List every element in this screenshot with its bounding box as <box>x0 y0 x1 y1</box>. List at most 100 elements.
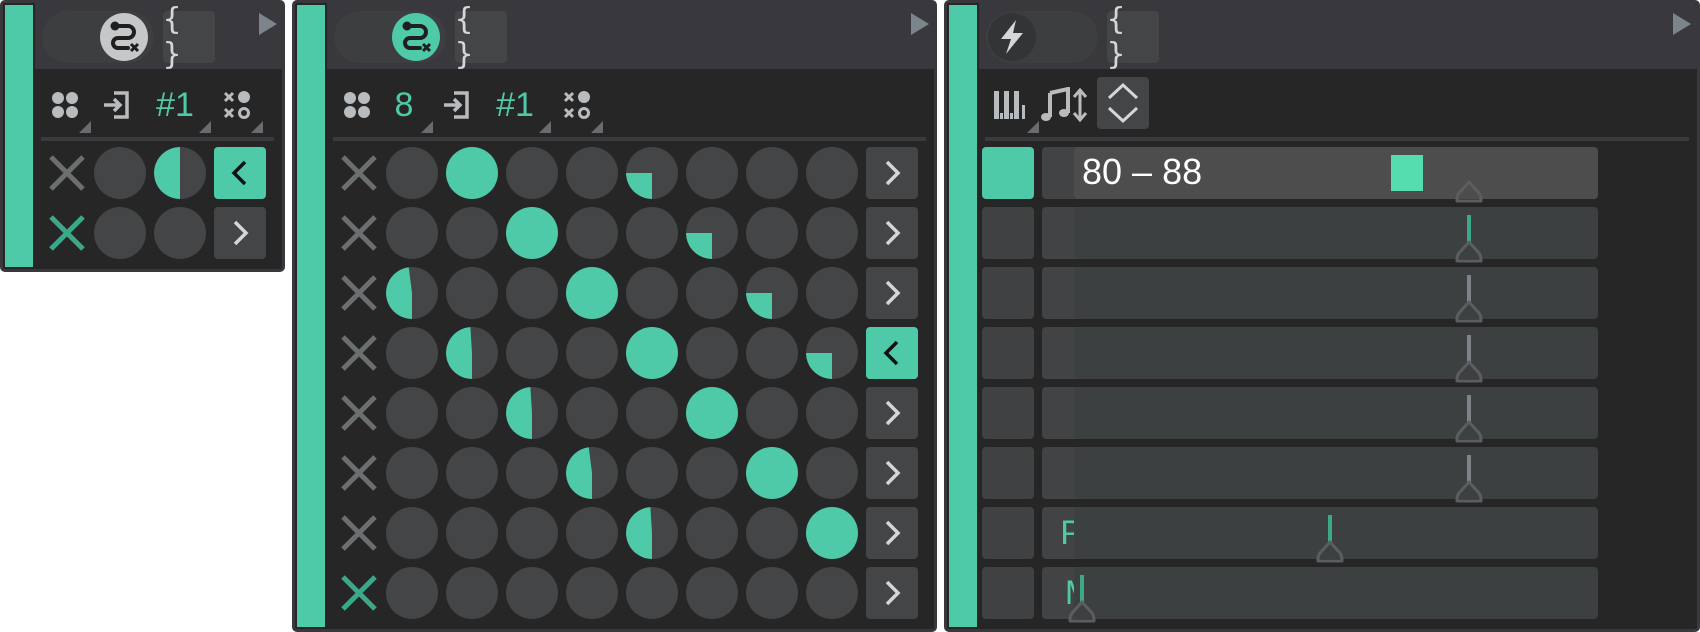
mute-x-icon[interactable] <box>339 273 379 313</box>
step-pad[interactable] <box>566 147 618 199</box>
step-pad[interactable] <box>446 147 498 199</box>
velocity-range-slider[interactable]: 80 – 88 <box>1074 147 1598 203</box>
step-pad[interactable] <box>626 507 678 559</box>
step-pad[interactable] <box>566 267 618 319</box>
step-pad[interactable] <box>154 207 206 259</box>
step-pad[interactable] <box>506 567 558 619</box>
slider-handle-icon[interactable] <box>1316 539 1344 563</box>
step-pad[interactable] <box>686 447 738 499</box>
chevron-right-button[interactable] <box>866 207 918 259</box>
step-pad[interactable] <box>566 567 618 619</box>
mute-x-icon[interactable] <box>47 153 87 193</box>
chevron-right-button[interactable] <box>214 207 266 259</box>
velocity-range-slider[interactable] <box>1074 447 1598 503</box>
step-pad[interactable] <box>626 327 678 379</box>
row-select-pad[interactable] <box>982 207 1034 259</box>
step-pad[interactable] <box>626 387 678 439</box>
slider-handle-icon[interactable] <box>1455 299 1483 323</box>
step-pad[interactable] <box>806 267 858 319</box>
step-pad[interactable] <box>506 267 558 319</box>
step-pad[interactable] <box>806 567 858 619</box>
step-pad[interactable] <box>806 207 858 259</box>
mute-x-icon[interactable] <box>339 453 379 493</box>
slider-handle-icon[interactable] <box>1455 239 1483 263</box>
step-pad[interactable] <box>386 327 438 379</box>
step-pad[interactable] <box>806 327 858 379</box>
chevron-right-button[interactable] <box>866 507 918 559</box>
step-pad[interactable] <box>746 507 798 559</box>
input-arrow-icon[interactable] <box>439 83 475 127</box>
step-pad[interactable] <box>386 567 438 619</box>
step-pad[interactable] <box>446 567 498 619</box>
step-pad[interactable] <box>566 207 618 259</box>
mute-x-icon[interactable] <box>339 213 379 253</box>
row-select-pad[interactable] <box>982 147 1034 199</box>
step-pad[interactable] <box>154 147 206 199</box>
channel-number[interactable]: #1 <box>147 83 211 133</box>
step-pad[interactable] <box>94 147 146 199</box>
step-pad[interactable] <box>446 267 498 319</box>
step-pad[interactable] <box>94 207 146 259</box>
step-pad[interactable] <box>746 387 798 439</box>
slider-handle-icon[interactable] <box>1455 479 1483 503</box>
step-pad[interactable] <box>566 327 618 379</box>
step-pad[interactable] <box>626 567 678 619</box>
step-pad[interactable] <box>686 387 738 439</box>
mute-x-icon[interactable] <box>339 153 379 193</box>
velocity-range-slider[interactable] <box>1074 267 1598 323</box>
mute-x-icon[interactable] <box>339 573 379 613</box>
slider-handle-icon[interactable] <box>1068 599 1096 623</box>
xo-pattern-icon[interactable] <box>219 83 263 133</box>
step-pad[interactable] <box>626 447 678 499</box>
step-pad[interactable] <box>506 327 558 379</box>
step-pad[interactable] <box>506 507 558 559</box>
step-pad[interactable] <box>506 147 558 199</box>
step-pad[interactable] <box>506 387 558 439</box>
four-dots-icon[interactable] <box>339 83 375 127</box>
route-toggle[interactable] <box>42 11 154 63</box>
mute-x-icon[interactable] <box>339 333 379 373</box>
step-pad[interactable] <box>746 147 798 199</box>
chevron-right-button[interactable] <box>866 267 918 319</box>
step-pad[interactable] <box>746 567 798 619</box>
slider-handle-icon[interactable] <box>1455 179 1483 203</box>
step-pad[interactable] <box>686 147 738 199</box>
step-pad[interactable] <box>806 147 858 199</box>
xo-pattern-icon[interactable] <box>559 83 603 133</box>
note-updown-icon[interactable] <box>1039 83 1091 127</box>
velocity-range-slider[interactable] <box>1074 207 1598 263</box>
step-pad[interactable] <box>806 507 858 559</box>
step-pad[interactable] <box>746 267 798 319</box>
chevron-right-button[interactable] <box>866 387 918 439</box>
device-color-strip[interactable] <box>5 5 33 267</box>
mute-x-icon[interactable] <box>339 513 379 553</box>
device-color-strip[interactable] <box>949 5 977 627</box>
velocity-range-slider[interactable] <box>1074 507 1598 563</box>
device-color-strip[interactable] <box>297 5 325 627</box>
step-pad[interactable] <box>566 387 618 439</box>
slider-handle-icon[interactable] <box>1455 359 1483 383</box>
step-pad[interactable] <box>746 207 798 259</box>
play-icon[interactable] <box>259 13 277 35</box>
step-pad[interactable] <box>446 507 498 559</box>
step-pad[interactable] <box>446 207 498 259</box>
step-pad[interactable] <box>686 267 738 319</box>
braces-button[interactable]: { } <box>163 3 215 72</box>
step-pad[interactable] <box>446 387 498 439</box>
step-pad[interactable] <box>626 147 678 199</box>
step-pad[interactable] <box>446 447 498 499</box>
velocity-range-slider[interactable] <box>1068 567 1598 623</box>
velocity-range-slider[interactable] <box>1074 387 1598 443</box>
play-icon[interactable] <box>1673 13 1691 35</box>
step-pad[interactable] <box>686 327 738 379</box>
step-pad[interactable] <box>446 327 498 379</box>
chevron-right-button[interactable] <box>866 567 918 619</box>
step-pad[interactable] <box>566 447 618 499</box>
braces-button[interactable]: { } <box>1107 3 1159 72</box>
row-select-pad[interactable] <box>982 567 1034 619</box>
slider-handle-icon[interactable] <box>1455 419 1483 443</box>
step-pad[interactable] <box>386 207 438 259</box>
step-pad[interactable] <box>686 507 738 559</box>
chevron-left-button[interactable] <box>866 327 918 379</box>
play-icon[interactable] <box>911 13 929 35</box>
